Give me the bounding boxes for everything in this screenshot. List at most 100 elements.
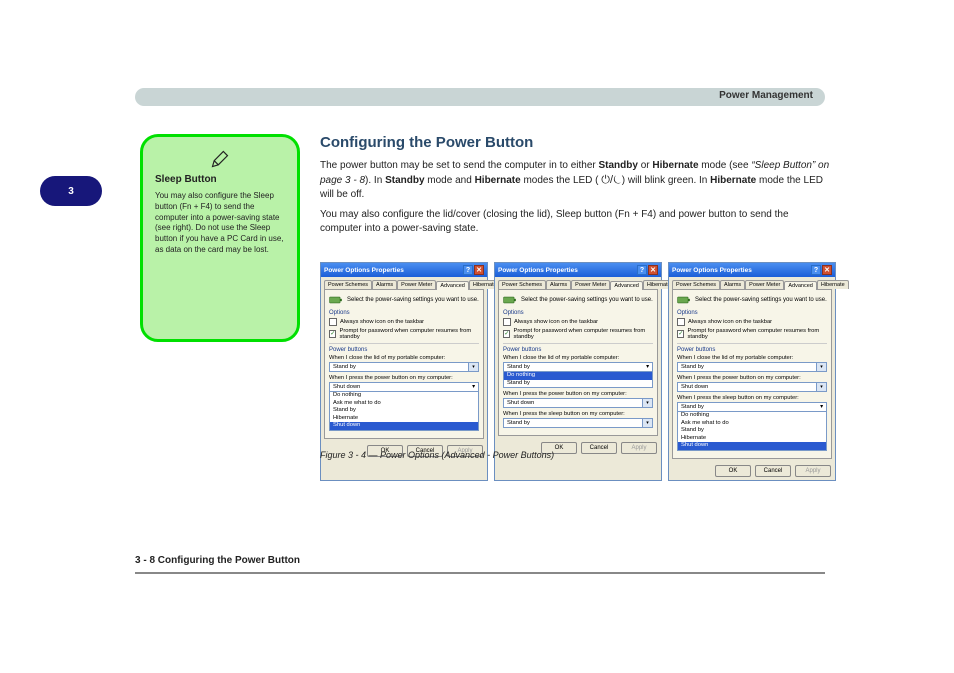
lid-dropdown[interactable]: Stand by ▾ bbox=[677, 362, 827, 372]
sleep-dropdown[interactable]: Stand by ▾ bbox=[503, 418, 653, 428]
chevron-down-icon: ▾ bbox=[646, 364, 649, 370]
options-label: Options bbox=[329, 310, 479, 316]
lid-dropdown-open[interactable]: Stand by ▾ Do nothing Stand by bbox=[503, 362, 653, 388]
tab-power-schemes[interactable]: Power Schemes bbox=[324, 280, 372, 289]
power-options-dialog-1: Power Options Properties ? ✕ Power Schem… bbox=[320, 262, 488, 481]
lid-value: Stand by bbox=[333, 364, 356, 370]
cancel-button[interactable]: Cancel bbox=[755, 465, 791, 477]
option-do-nothing[interactable]: Do nothing bbox=[330, 392, 478, 400]
para2: You may also configure the lid/cover (cl… bbox=[320, 208, 830, 236]
power-label: When I press the power button on my comp… bbox=[677, 375, 827, 381]
power-dropdown[interactable]: Shut down ▾ bbox=[677, 382, 827, 392]
option-do-nothing[interactable]: Do nothing bbox=[504, 372, 652, 380]
ok-button[interactable]: OK bbox=[715, 465, 751, 477]
option-ask-me[interactable]: Ask me what to do bbox=[330, 400, 478, 408]
cancel-button[interactable]: Cancel bbox=[581, 442, 617, 454]
tab-power-meter[interactable]: Power Meter bbox=[571, 280, 610, 289]
help-button[interactable]: ? bbox=[463, 265, 473, 275]
chapter-title: Power Management bbox=[719, 90, 813, 101]
tab-panel: Select the power-saving settings you wan… bbox=[324, 289, 484, 439]
intro-text: Select the power-saving settings you wan… bbox=[521, 297, 653, 303]
power-buttons-label: Power buttons bbox=[503, 347, 653, 353]
section-heading: Configuring the Power Button bbox=[320, 134, 830, 151]
option-shut-down[interactable]: Shut down bbox=[330, 422, 478, 430]
sleep-dropdown-open[interactable]: Stand by ▾ Do nothing Ask me what to do … bbox=[677, 402, 827, 451]
option-hibernate[interactable]: Hibernate bbox=[678, 435, 826, 443]
apply-button[interactable]: Apply bbox=[795, 465, 831, 477]
chevron-down-icon: ▾ bbox=[642, 419, 652, 427]
show-icon-checkbox[interactable] bbox=[329, 318, 337, 326]
help-button[interactable]: ? bbox=[637, 265, 647, 275]
power-dropdown[interactable]: Shut down ▾ bbox=[503, 398, 653, 408]
tab-power-schemes[interactable]: Power Schemes bbox=[672, 280, 720, 289]
lid-label: When I close the lid of my portable comp… bbox=[503, 355, 653, 361]
show-icon-checkbox[interactable] bbox=[503, 318, 511, 326]
chevron-down-icon: ▾ bbox=[816, 383, 826, 391]
sleep-options-list: Do nothing Ask me what to do Stand by Hi… bbox=[678, 412, 826, 450]
option-stand-by[interactable]: Stand by bbox=[504, 380, 652, 388]
chevron-down-icon: ▾ bbox=[468, 363, 478, 371]
close-button[interactable]: ✕ bbox=[648, 265, 658, 275]
chapter-header-bar: Power Management bbox=[135, 88, 825, 106]
tab-power-meter[interactable]: Power Meter bbox=[397, 280, 436, 289]
or-word: or bbox=[638, 160, 652, 171]
divider bbox=[503, 343, 653, 344]
show-icon-checkbox[interactable] bbox=[677, 318, 685, 326]
option-stand-by[interactable]: Stand by bbox=[330, 407, 478, 415]
tab-advanced[interactable]: Advanced bbox=[784, 281, 816, 290]
option-do-nothing[interactable]: Do nothing bbox=[678, 412, 826, 420]
dialogs-row: Power Options Properties ? ✕ Power Schem… bbox=[320, 262, 836, 481]
note-body: You may also configure the Sleep button … bbox=[155, 191, 285, 256]
option-stand-by[interactable]: Stand by bbox=[678, 427, 826, 435]
standby-term-2: Standby bbox=[385, 175, 424, 186]
tab-advanced[interactable]: Advanced bbox=[610, 281, 642, 290]
tab-panel: Select the power-saving settings you wan… bbox=[672, 289, 832, 459]
titlebar[interactable]: Power Options Properties ? ✕ bbox=[321, 263, 487, 277]
prompt-password-label: Prompt for password when computer resume… bbox=[687, 328, 827, 340]
option-shut-down[interactable]: Shut down bbox=[678, 442, 826, 450]
standby-term: Standby bbox=[599, 160, 638, 171]
prompt-password-checkbox[interactable]: ✓ bbox=[677, 330, 684, 338]
tab-alarms[interactable]: Alarms bbox=[720, 280, 745, 289]
option-ask-me[interactable]: Ask me what to do bbox=[678, 420, 826, 428]
power-options-dialog-3: Power Options Properties ? ✕ Power Schem… bbox=[668, 262, 836, 481]
divider bbox=[677, 343, 827, 344]
pencil-icon bbox=[210, 149, 230, 169]
power-label: When I press the power button on my comp… bbox=[329, 375, 479, 381]
titlebar[interactable]: Power Options Properties ? ✕ bbox=[669, 263, 835, 277]
tab-alarms[interactable]: Alarms bbox=[372, 280, 397, 289]
footer-rule bbox=[135, 572, 825, 574]
prompt-password-checkbox[interactable]: ✓ bbox=[329, 330, 336, 338]
lid-options-list: Do nothing Stand by bbox=[504, 372, 652, 387]
apply-button[interactable]: Apply bbox=[621, 442, 657, 454]
help-button[interactable]: ? bbox=[811, 265, 821, 275]
para1-e: modes the LED ( bbox=[521, 175, 602, 186]
tab-panel: Select the power-saving settings you wan… bbox=[498, 289, 658, 436]
option-hibernate[interactable]: Hibernate bbox=[330, 415, 478, 423]
para1-d: mode and bbox=[425, 175, 475, 186]
chevron-down-icon: ▾ bbox=[472, 384, 475, 390]
tab-hibernate[interactable]: Hibernate bbox=[817, 280, 849, 289]
prompt-password-checkbox[interactable]: ✓ bbox=[503, 330, 510, 338]
sleep-power-icon: ⏻/⏾ bbox=[601, 174, 621, 186]
hibernate-term-3: Hibernate bbox=[710, 175, 756, 186]
para1-f: ) will blink green. In bbox=[622, 175, 710, 186]
show-icon-label: Always show icon on the taskbar bbox=[340, 319, 424, 325]
note-callout: Sleep Button You may also configure the … bbox=[140, 134, 300, 342]
power-buttons-label: Power buttons bbox=[329, 347, 479, 353]
power-dropdown-open[interactable]: Shut down ▾ Do nothing Ask me what to do… bbox=[329, 382, 479, 431]
tab-power-schemes[interactable]: Power Schemes bbox=[498, 280, 546, 289]
intro-text: Select the power-saving settings you wan… bbox=[695, 297, 827, 303]
figure-caption: Figure 3 - 4 — Power Options (Advanced -… bbox=[320, 450, 554, 460]
power-value: Shut down bbox=[333, 384, 360, 390]
titlebar[interactable]: Power Options Properties ? ✕ bbox=[495, 263, 661, 277]
close-button[interactable]: ✕ bbox=[822, 265, 832, 275]
close-button[interactable]: ✕ bbox=[474, 265, 484, 275]
tabstrip: Power Schemes Alarms Power Meter Advance… bbox=[321, 277, 487, 289]
lid-dropdown[interactable]: Stand by ▾ bbox=[329, 362, 479, 372]
tab-advanced[interactable]: Advanced bbox=[436, 281, 468, 290]
tab-alarms[interactable]: Alarms bbox=[546, 280, 571, 289]
tab-power-meter[interactable]: Power Meter bbox=[745, 280, 784, 289]
lid-label: When I close the lid of my portable comp… bbox=[677, 355, 827, 361]
tabstrip: Power Schemes Alarms Power Meter Advance… bbox=[669, 277, 835, 289]
